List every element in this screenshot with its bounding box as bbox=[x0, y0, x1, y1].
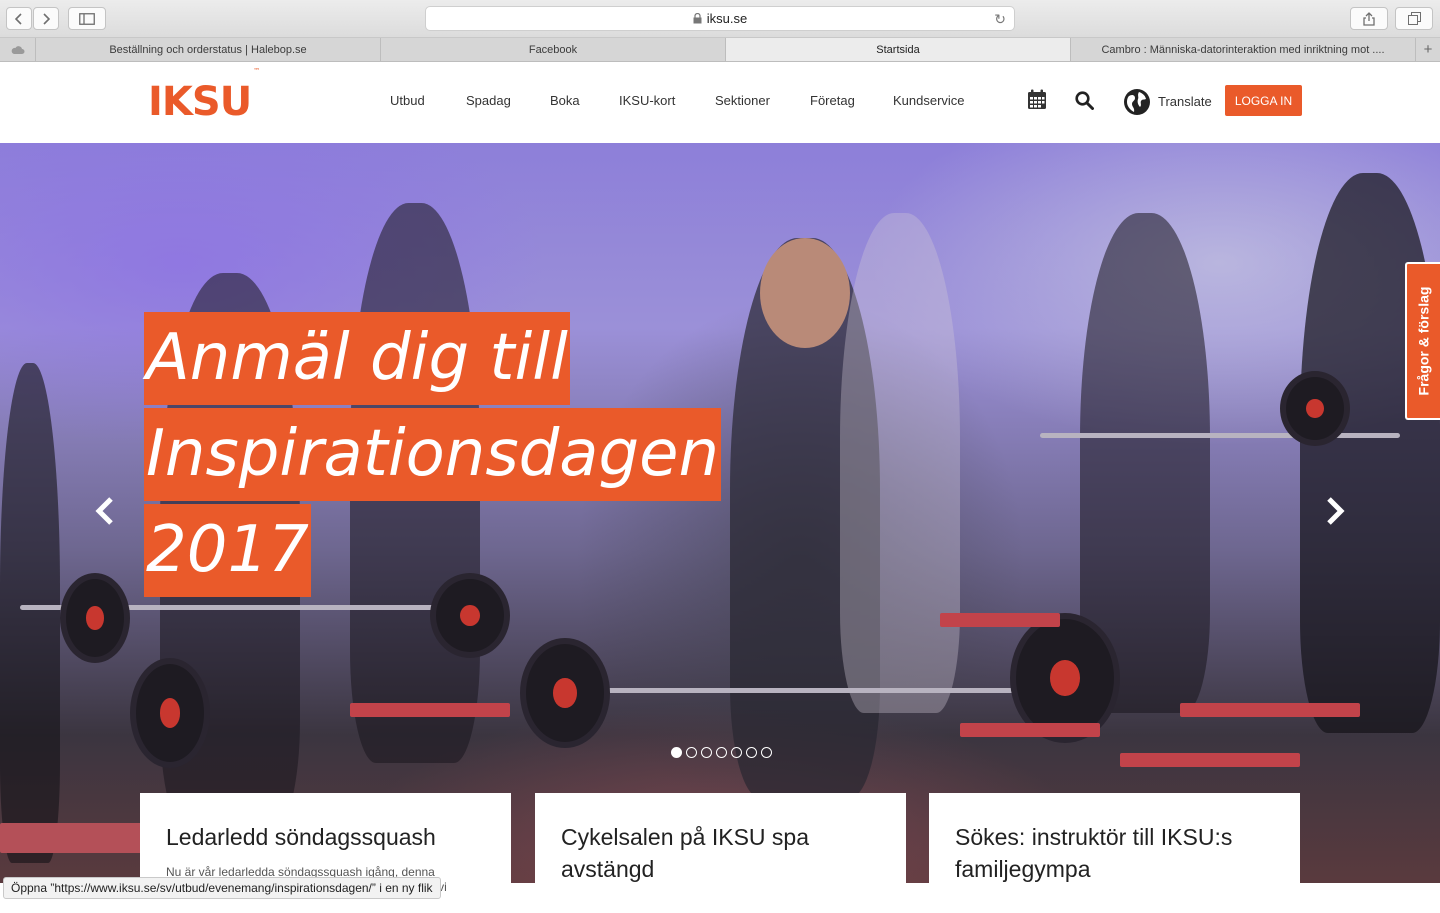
nav-kundservice[interactable]: Kundservice bbox=[893, 93, 965, 108]
news-card-title[interactable]: Cykelsalen på IKSU spa avstängd bbox=[561, 821, 891, 885]
chevron-left-icon bbox=[15, 12, 22, 25]
tabs-icon bbox=[1407, 12, 1421, 25]
tab-halebop[interactable]: Beställning och orderstatus | Halebop.se bbox=[36, 38, 381, 61]
carousel-dot[interactable] bbox=[731, 747, 742, 758]
address-text: iksu.se bbox=[706, 11, 748, 26]
carousel-next-button[interactable] bbox=[1324, 493, 1346, 533]
lock-icon bbox=[693, 13, 702, 24]
news-card[interactable]: Sökes: instruktör till IKSU:s familjegym… bbox=[929, 793, 1300, 913]
share-icon bbox=[1363, 11, 1375, 26]
new-tab-button[interactable]: + bbox=[1416, 38, 1440, 61]
tabs-overview-button[interactable] bbox=[1395, 7, 1433, 30]
feedback-tab-label: Frågor & förslag bbox=[1415, 286, 1432, 396]
nav-iksu-kort[interactable]: IKSU-kort bbox=[619, 93, 675, 108]
chevron-right-icon bbox=[1327, 497, 1345, 525]
tab-cambro[interactable]: Cambro : Människa-datorinteraktion med i… bbox=[1071, 38, 1416, 61]
pinned-tab[interactable] bbox=[0, 38, 36, 61]
cloud-icon bbox=[11, 46, 24, 54]
login-button[interactable]: LOGGA IN bbox=[1225, 85, 1302, 116]
carousel-dot[interactable] bbox=[716, 747, 727, 758]
calendar-icon[interactable] bbox=[1027, 89, 1047, 110]
news-card-title[interactable]: Ledarledd söndagssquash bbox=[166, 821, 496, 853]
site-header: IKSU™ Utbud Spadag Boka IKSU-kort Sektio… bbox=[0, 62, 1440, 143]
nav-spadag[interactable]: Spadag bbox=[466, 93, 511, 108]
chevron-right-icon bbox=[43, 12, 50, 25]
carousel-dot[interactable] bbox=[671, 747, 682, 758]
search-icon[interactable] bbox=[1075, 91, 1094, 110]
share-button[interactable] bbox=[1350, 7, 1388, 30]
news-card-title[interactable]: Sökes: instruktör till IKSU:s familjegym… bbox=[955, 821, 1285, 885]
translate-link[interactable]: Translate bbox=[1158, 94, 1212, 109]
carousel-dot[interactable] bbox=[701, 747, 712, 758]
reload-icon[interactable]: ↻ bbox=[994, 11, 1006, 28]
carousel-dot[interactable] bbox=[746, 747, 757, 758]
logo-text: IKSU bbox=[148, 79, 252, 125]
feedback-tab[interactable]: Frågor & förslag bbox=[1405, 262, 1440, 420]
nav-boka[interactable]: Boka bbox=[550, 93, 580, 108]
carousel-dot[interactable] bbox=[686, 747, 697, 758]
tab-facebook[interactable]: Facebook bbox=[381, 38, 726, 61]
news-card[interactable]: Cykelsalen på IKSU spa avstängd bbox=[535, 793, 906, 913]
logo-trademark: ™ bbox=[253, 66, 260, 75]
iksu-logo[interactable]: IKSU™ bbox=[148, 67, 260, 125]
carousel-dot[interactable] bbox=[761, 747, 772, 758]
hero-carousel[interactable]: Anmäl dig till Inspirationsdagen 2017 bbox=[0, 143, 1440, 883]
back-button[interactable] bbox=[6, 7, 32, 30]
sidebar-icon bbox=[79, 12, 95, 25]
forward-button[interactable] bbox=[33, 7, 59, 30]
hero-headline-line-3[interactable]: 2017 bbox=[144, 504, 311, 597]
tab-bar: Beställning och orderstatus | Halebop.se… bbox=[0, 38, 1440, 62]
address-bar[interactable]: iksu.se ↻ bbox=[425, 6, 1015, 31]
nav-utbud[interactable]: Utbud bbox=[390, 93, 425, 108]
carousel-prev-button[interactable] bbox=[94, 493, 116, 533]
hero-headline-line-2[interactable]: Inspirationsdagen bbox=[144, 408, 722, 501]
carousel-indicators bbox=[671, 747, 772, 758]
browser-toolbar: iksu.se ↻ bbox=[0, 0, 1440, 38]
nav-foretag[interactable]: Företag bbox=[810, 93, 855, 108]
link-status-bar: Öppna ”https://www.iksu.se/sv/utbud/even… bbox=[3, 877, 441, 899]
hero-headline-line-1[interactable]: Anmäl dig till bbox=[144, 312, 570, 405]
chevron-left-icon bbox=[95, 497, 113, 525]
sidebar-toggle-button[interactable] bbox=[68, 7, 106, 30]
nav-sektioner[interactable]: Sektioner bbox=[715, 93, 770, 108]
globe-icon[interactable] bbox=[1123, 88, 1151, 116]
tab-startsida[interactable]: Startsida bbox=[726, 38, 1071, 61]
